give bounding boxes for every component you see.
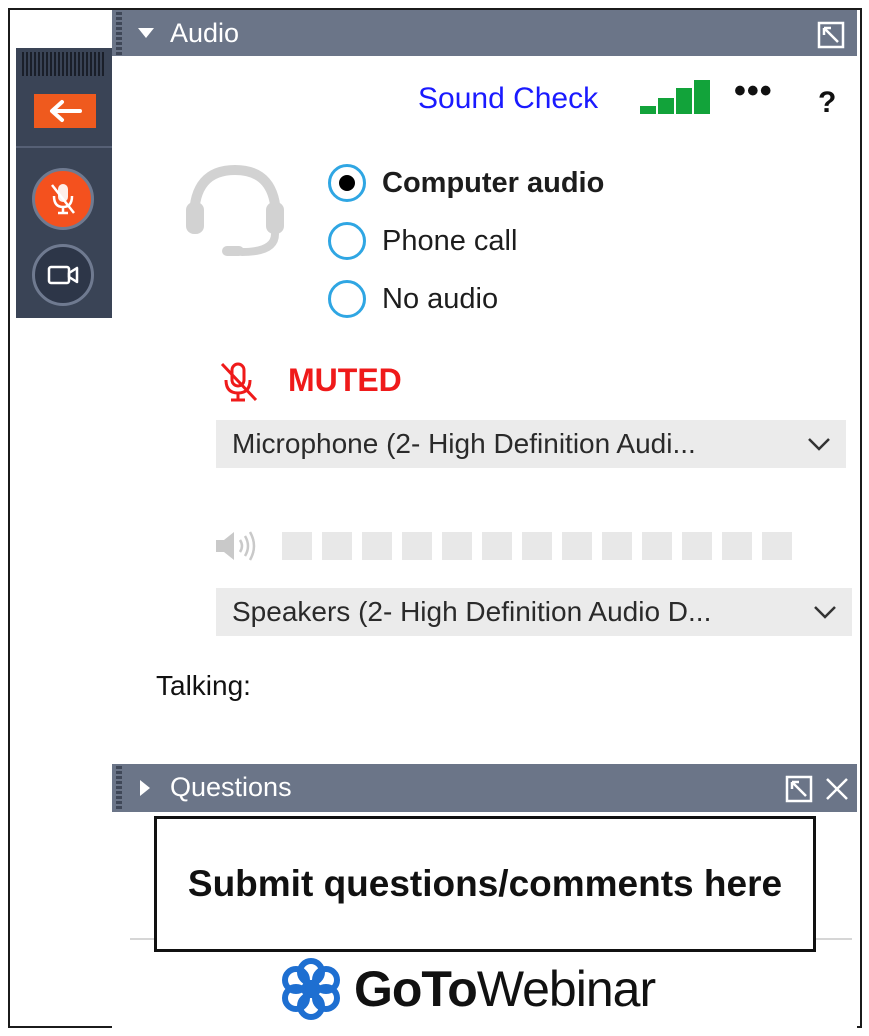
control-panel <box>16 48 112 318</box>
audio-panel-header[interactable]: Audio <box>112 10 857 58</box>
phone-call-option[interactable]: Phone call <box>328 222 517 260</box>
questions-panel-header[interactable]: Questions <box>112 764 857 812</box>
close-icon <box>826 778 848 800</box>
option-label: Computer audio <box>382 166 605 199</box>
flower-logo-icon <box>282 958 340 1020</box>
speaker-select-value: Speakers (2- High Definition Audio D... <box>232 596 712 627</box>
collapse-triangle-icon[interactable] <box>136 26 156 40</box>
camera-icon <box>47 265 79 285</box>
expand-triangle-icon[interactable] <box>138 778 152 798</box>
brand-name-regular: Webinar <box>476 961 656 1017</box>
sound-check-link[interactable]: Sound Check <box>418 82 598 116</box>
radio-button[interactable] <box>328 222 366 260</box>
help-button[interactable]: ? <box>818 86 836 120</box>
brand-name-bold: GoTo <box>354 961 478 1017</box>
drag-handle[interactable] <box>116 12 122 56</box>
talking-label: Talking: <box>156 670 251 701</box>
mute-toggle-button[interactable] <box>32 168 94 230</box>
computer-audio-option[interactable]: Computer audio <box>328 164 604 202</box>
signal-strength-icon <box>640 80 712 114</box>
drag-handle[interactable] <box>22 52 106 76</box>
more-options-button[interactable]: ••• <box>734 72 773 111</box>
speaker-icon <box>216 531 256 561</box>
speaker-select[interactable]: Speakers (2- High Definition Audio D... <box>216 588 852 636</box>
questions-panel-title: Questions <box>170 772 292 802</box>
microphone-muted-icon <box>51 184 75 215</box>
popout-audio-button[interactable] <box>816 20 846 50</box>
arrow-left-icon <box>50 100 82 122</box>
no-audio-option[interactable]: No audio <box>328 280 498 318</box>
close-questions-button[interactable] <box>822 774 852 804</box>
collapse-panel-button[interactable] <box>34 94 96 128</box>
divider <box>16 146 112 148</box>
radio-button-selected[interactable] <box>328 164 366 202</box>
gotowebinar-logo: GoToWebinar <box>278 956 656 1022</box>
headset-icon <box>186 164 284 256</box>
popout-icon <box>785 775 813 803</box>
brand-name: GoToWebinar <box>354 960 656 1018</box>
popout-questions-button[interactable] <box>784 774 814 804</box>
microphone-select-value: Microphone (2- High Definition Audi... <box>232 428 696 459</box>
audio-panel-title: Audio <box>170 18 240 48</box>
drag-handle[interactable] <box>116 766 122 810</box>
chevron-down-icon <box>808 438 830 451</box>
option-label: Phone call <box>382 224 518 257</box>
webcam-toggle-button[interactable] <box>32 244 94 306</box>
speaker-level-meter <box>282 532 792 560</box>
chevron-down-icon <box>814 606 836 619</box>
radio-button[interactable] <box>328 280 366 318</box>
microphone-select[interactable]: Microphone (2- High Definition Audi... <box>216 420 846 468</box>
microphone-muted-icon <box>220 362 258 402</box>
popout-icon <box>817 21 845 49</box>
questions-callout: Submit questions/comments here <box>154 816 816 952</box>
mute-status: MUTED <box>288 362 402 398</box>
option-label: No audio <box>382 282 499 315</box>
